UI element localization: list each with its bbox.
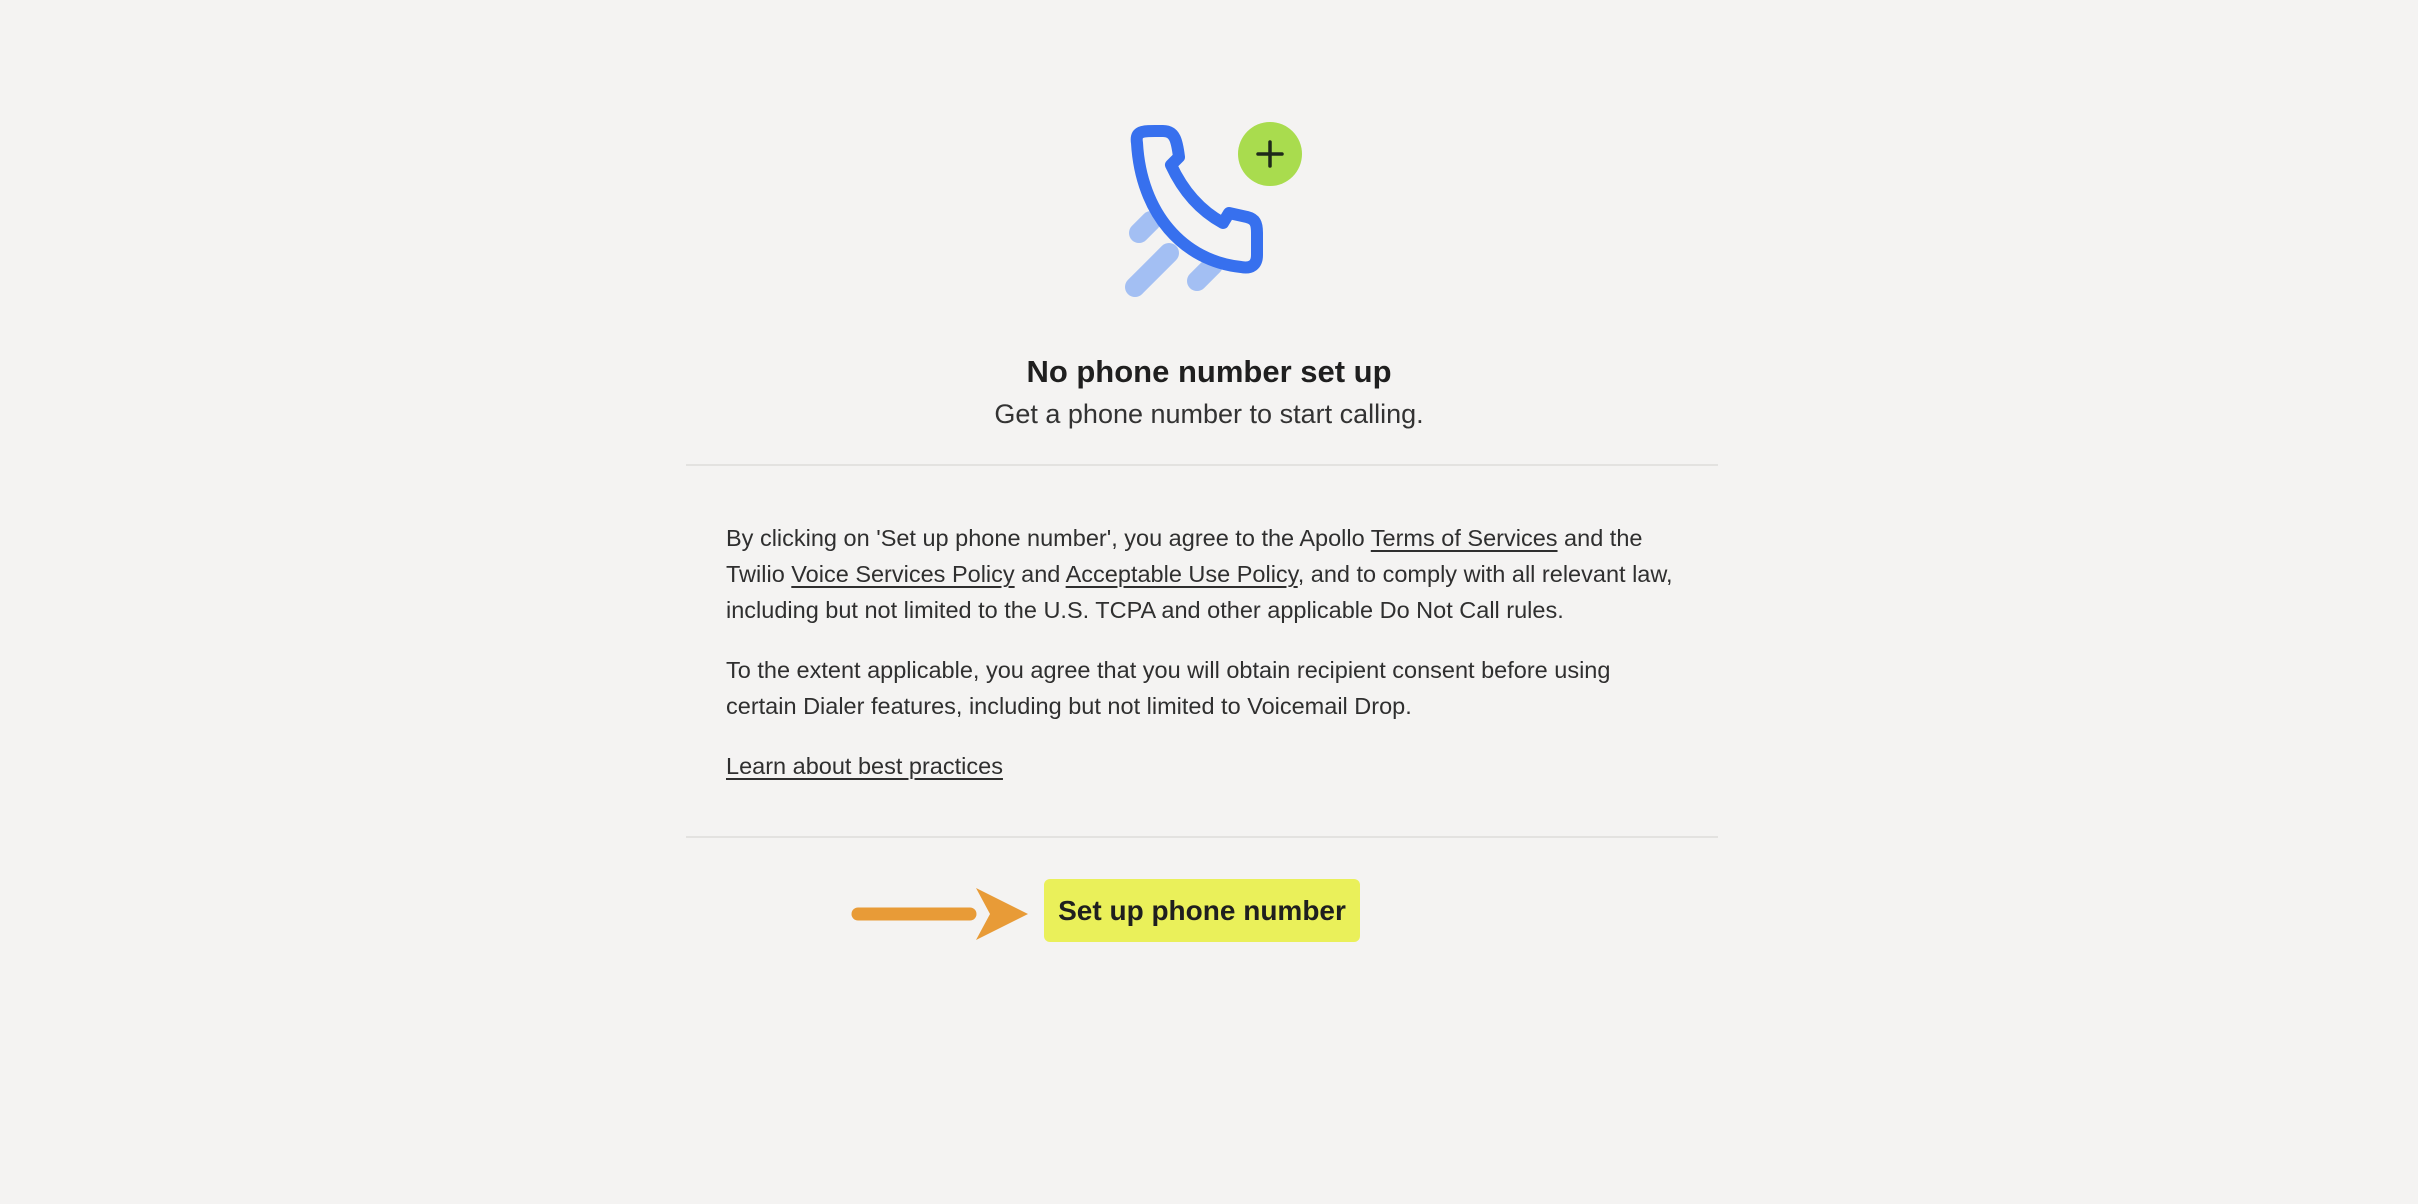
terms-of-services-link[interactable]: Terms of Services	[1371, 525, 1558, 551]
phone-add-icon	[1125, 122, 1302, 297]
recipient-consent-paragraph: To the extent applicable, you agree that…	[726, 657, 1611, 719]
best-practices-paragraph: Learn about best practices	[726, 748, 1686, 784]
acceptable-use-policy-link[interactable]: Acceptable Use Policy	[1066, 561, 1298, 587]
learn-best-practices-link[interactable]: Learn about best practices	[726, 753, 1003, 779]
voice-services-policy-link[interactable]: Voice Services Policy	[791, 561, 1014, 587]
divider	[686, 464, 1718, 466]
legal-notice: By clicking on 'Set up phone number', yo…	[726, 520, 1686, 808]
consent-text: By clicking on 'Set up phone number', yo…	[726, 525, 1371, 551]
consent-paragraph: By clicking on 'Set up phone number', yo…	[726, 520, 1686, 628]
set-up-phone-number-button[interactable]: Set up phone number	[1044, 879, 1360, 942]
divider	[686, 836, 1718, 838]
page-subtitle: Get a phone number to start calling.	[994, 399, 1424, 429]
consent-text: and	[1014, 561, 1066, 587]
arrow-right-icon	[851, 888, 1028, 940]
page-title: No phone number set up	[1026, 354, 1392, 389]
plus-badge-icon	[1238, 122, 1302, 186]
